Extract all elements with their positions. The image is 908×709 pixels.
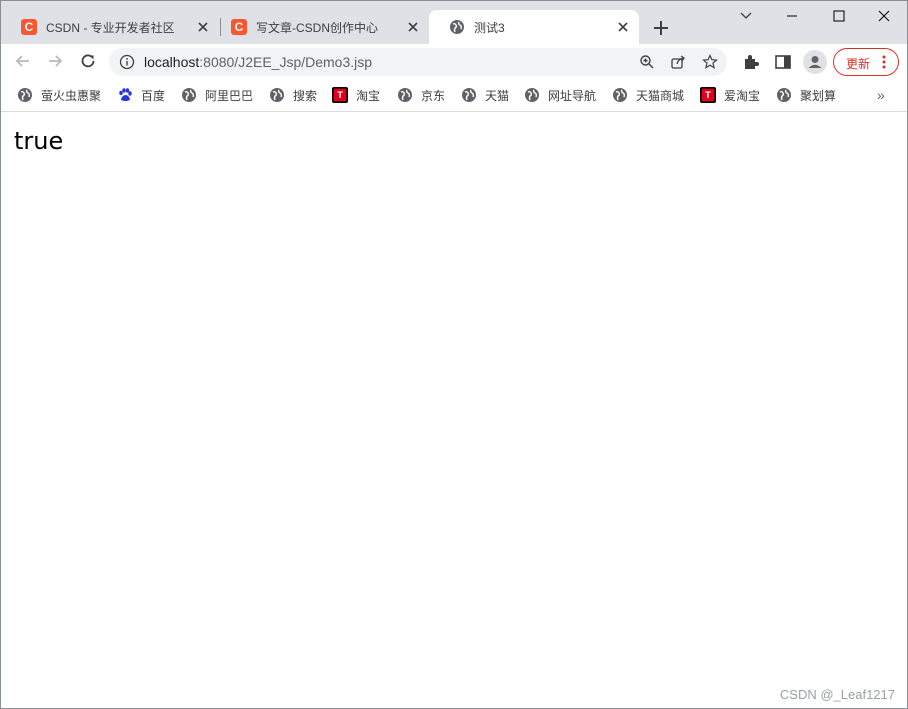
- address-bar[interactable]: localhost:8080/J2EE_Jsp/Demo3.jsp: [109, 48, 727, 76]
- close-icon[interactable]: [195, 19, 211, 35]
- tab-search-chevron-icon[interactable]: [723, 1, 769, 31]
- close-icon[interactable]: [405, 19, 421, 35]
- globe-icon: [462, 88, 476, 102]
- bookmarks-overflow-chevron-icon[interactable]: »: [877, 87, 885, 103]
- csdn-icon: C: [21, 19, 37, 35]
- bookmark-label: 百度: [141, 88, 166, 103]
- reload-icon[interactable]: [77, 50, 99, 72]
- tab-csdn-editor[interactable]: C 写文章-CSDN创作中心: [211, 10, 429, 44]
- bookmark-label: 天猫商城: [636, 88, 685, 103]
- tab-csdn-home[interactable]: C CSDN - 专业开发者社区: [1, 10, 219, 44]
- tab-title: CSDN - 专业开发者社区: [46, 20, 175, 35]
- bookmark-label: 聚划算: [800, 88, 837, 103]
- bookmarks-bar: 萤火虫惠聚 百度 阿里巴巴 搜索 淘宝 京东 天猫 网址导航: [1, 79, 907, 112]
- bookmark-item[interactable]: 天猫: [461, 85, 509, 105]
- url-text[interactable]: localhost:8080/J2EE_Jsp/Demo3.jsp: [144, 54, 372, 70]
- more-vert-icon: [882, 55, 886, 69]
- bookmark-label: 天猫: [485, 88, 510, 103]
- tab-title: 写文章-CSDN创作中心: [256, 20, 378, 35]
- bookmark-item[interactable]: 天猫商城: [612, 85, 684, 105]
- share-icon[interactable]: [670, 54, 686, 70]
- bookmark-label: 淘宝: [356, 88, 381, 103]
- tab-title: 测试3: [474, 20, 505, 35]
- minimize-icon[interactable]: [769, 1, 815, 31]
- toolbar: localhost:8080/J2EE_Jsp/Demo3.jsp 更新: [1, 44, 907, 79]
- bookmark-label: 搜索: [293, 88, 318, 103]
- bookmark-label: 阿里巴巴: [205, 88, 254, 103]
- side-panel-icon[interactable]: [774, 53, 792, 71]
- update-button[interactable]: 更新: [833, 48, 899, 76]
- url-path: :8080/J2EE_Jsp/Demo3.jsp: [199, 54, 373, 70]
- globe-icon: [18, 88, 32, 102]
- globe-icon: [398, 88, 412, 102]
- zoom-icon[interactable]: [639, 54, 655, 70]
- bookmark-item[interactable]: 萤火虫惠聚: [17, 85, 101, 105]
- bookmark-label: 京东: [421, 88, 446, 103]
- globe-icon: [182, 88, 196, 102]
- bookmark-item[interactable]: 淘宝: [332, 85, 380, 105]
- tab-strip: C CSDN - 专业开发者社区 C 写文章-CSDN创作中心 测试3: [1, 1, 907, 44]
- profile-avatar-icon[interactable]: [803, 50, 827, 74]
- bookmark-item[interactable]: 百度: [117, 85, 165, 105]
- tmall-icon: [700, 87, 716, 103]
- globe-icon: [450, 20, 464, 34]
- page-result-text: true: [14, 127, 64, 155]
- bookmark-label: 萤火虫惠聚: [41, 88, 102, 103]
- tab-demo3[interactable]: 测试3: [429, 10, 639, 44]
- bookmark-item[interactable]: 阿里巴巴: [181, 85, 253, 105]
- window-close-icon[interactable]: [861, 1, 907, 31]
- update-button-label: 更新: [846, 57, 871, 71]
- page-content: true CSDN @_Leaf1217: [1, 113, 907, 708]
- globe-icon: [270, 88, 284, 102]
- new-tab-plus-icon[interactable]: [649, 16, 673, 40]
- extensions-puzzle-icon[interactable]: [742, 53, 760, 71]
- back-arrow-icon[interactable]: [12, 50, 34, 72]
- close-icon[interactable]: [615, 19, 631, 35]
- bookmark-label: 爱淘宝: [724, 88, 761, 103]
- url-host: localhost: [144, 54, 200, 70]
- bookmark-item[interactable]: 京东: [397, 85, 445, 105]
- globe-icon: [525, 88, 539, 102]
- forward-arrow-icon[interactable]: [44, 50, 66, 72]
- csdn-watermark: CSDN @_Leaf1217: [779, 687, 895, 702]
- baidu-paw-icon: [119, 88, 132, 101]
- globe-icon: [777, 88, 791, 102]
- info-icon[interactable]: [119, 54, 135, 70]
- bookmark-label: 网址导航: [548, 88, 597, 103]
- bookmark-item[interactable]: 聚划算: [776, 85, 836, 105]
- bookmark-star-icon[interactable]: [702, 54, 718, 70]
- bookmark-item[interactable]: 爱淘宝: [700, 85, 760, 105]
- browser-window: C CSDN - 专业开发者社区 C 写文章-CSDN创作中心 测试3 loca…: [0, 0, 908, 709]
- bookmark-item[interactable]: 搜索: [269, 85, 317, 105]
- csdn-icon: C: [231, 19, 247, 35]
- globe-icon: [613, 88, 627, 102]
- maximize-icon[interactable]: [815, 1, 861, 31]
- tmall-icon: [332, 87, 348, 103]
- bookmark-item[interactable]: 网址导航: [524, 85, 596, 105]
